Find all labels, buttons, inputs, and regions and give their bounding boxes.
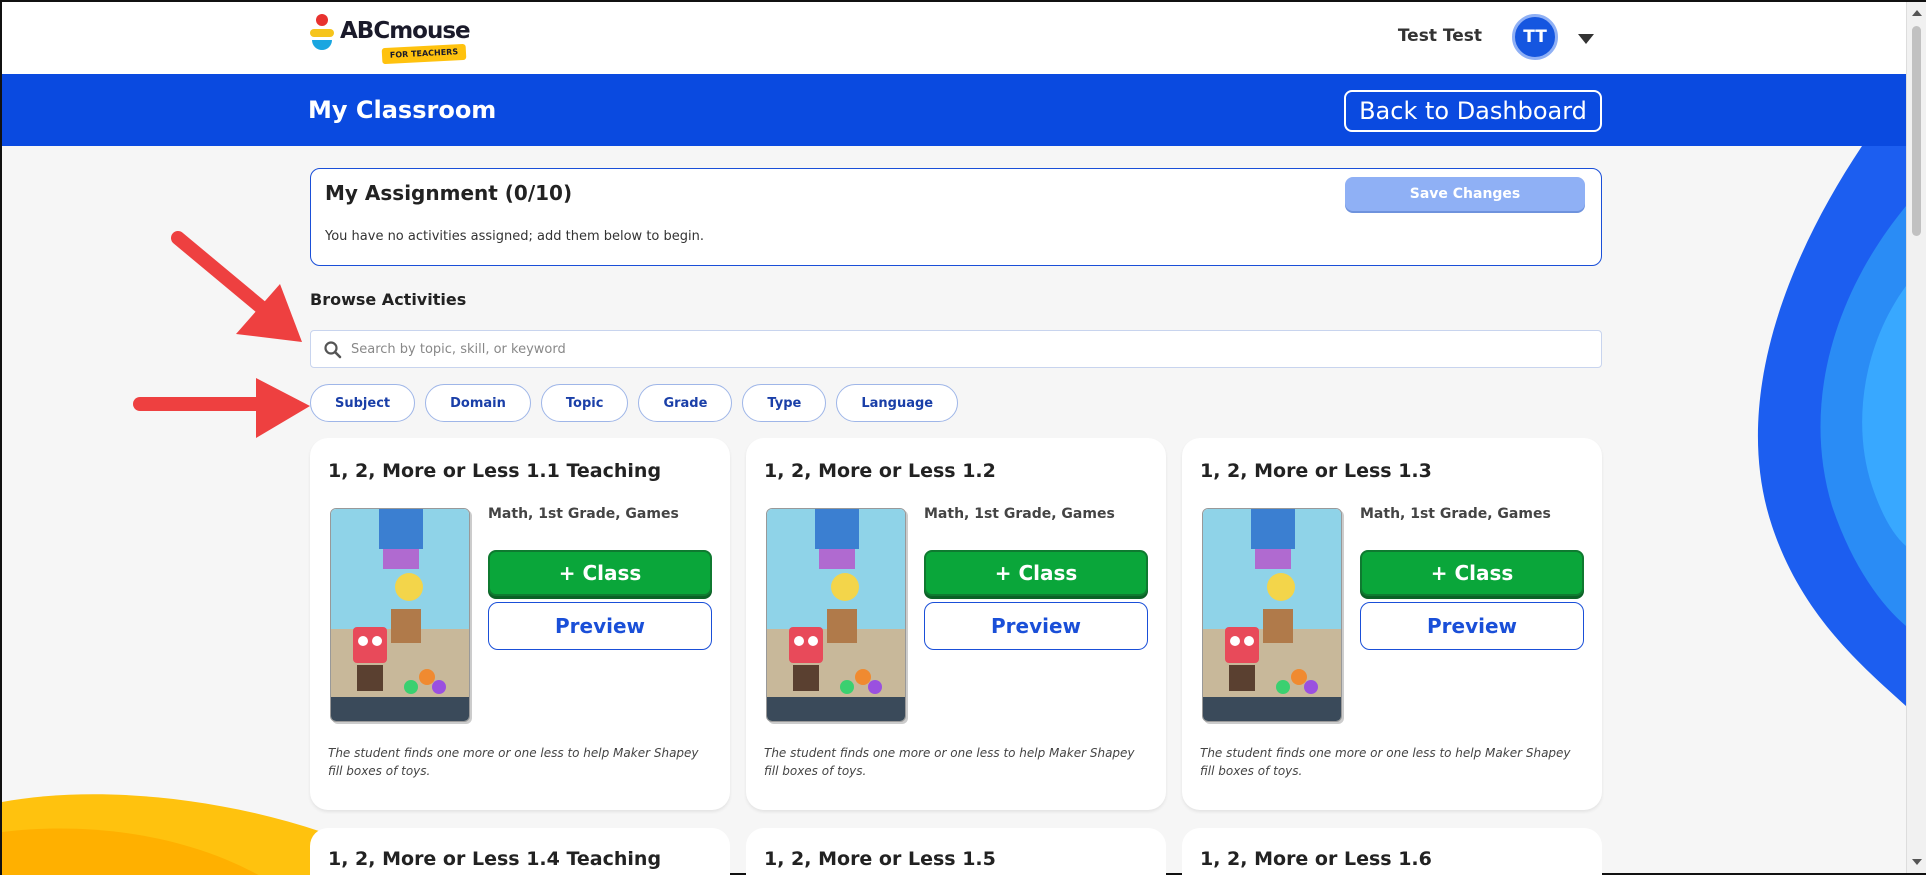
search-input[interactable]	[351, 335, 1591, 363]
filter-grade[interactable]: Grade	[638, 384, 733, 422]
filter-bar: Subject Domain Topic Grade Type Language	[310, 384, 959, 422]
activity-title[interactable]: 1, 2, More or Less 1.5	[764, 848, 996, 870]
search-bar[interactable]	[310, 330, 1602, 368]
filter-type[interactable]: Type	[742, 384, 827, 422]
scroll-thumb[interactable]	[1912, 26, 1921, 236]
activity-title[interactable]: 1, 2, More or Less 1.6	[1200, 848, 1432, 870]
assignment-empty-message: You have no activities assigned; add the…	[325, 229, 704, 244]
activity-title[interactable]: 1, 2, More or Less 1.3	[1200, 460, 1432, 482]
save-changes-button[interactable]: Save Changes	[1345, 177, 1585, 211]
add-to-class-button[interactable]: + Class	[488, 550, 712, 596]
add-to-class-button[interactable]: + Class	[1360, 550, 1584, 596]
activity-thumbnail-image	[767, 509, 905, 721]
background-wave-decoration	[1757, 146, 1906, 706]
activity-title[interactable]: 1, 2, More or Less 1.4 Teaching	[328, 848, 661, 870]
logo-mark-icon	[310, 14, 334, 50]
assignment-title: My Assignment (0/10)	[325, 181, 573, 205]
preview-button[interactable]: Preview	[1360, 602, 1584, 650]
scroll-up-icon[interactable]	[1912, 10, 1922, 16]
avatar[interactable]: TT	[1512, 14, 1558, 60]
activity-thumbnail[interactable]	[1202, 508, 1342, 722]
add-to-class-button[interactable]: + Class	[924, 550, 1148, 596]
activity-description: The student finds one more or one less t…	[1200, 746, 1571, 778]
preview-button[interactable]: Preview	[924, 602, 1148, 650]
activity-card: 1, 2, More or Less 1.1 Teaching Math, 1s…	[310, 438, 730, 810]
annotation-arrow-icon	[171, 231, 302, 342]
page-title: My Classroom	[308, 96, 497, 124]
activity-card: 1, 2, More or Less 1.6	[1182, 828, 1602, 875]
scroll-down-icon[interactable]	[1912, 859, 1922, 865]
browse-activities-heading: Browse Activities	[310, 290, 467, 309]
activity-title[interactable]: 1, 2, More or Less 1.2	[764, 460, 996, 482]
page-banner: My Classroom Back to Dashboard	[2, 74, 1906, 146]
user-name[interactable]: Test Test	[1398, 26, 1482, 46]
background-blob-decoration	[2, 794, 322, 875]
activity-thumbnail[interactable]	[330, 508, 470, 722]
filter-domain[interactable]: Domain	[425, 384, 531, 422]
activity-thumbnail-image	[331, 509, 469, 721]
activity-meta: Math, 1st Grade, Games	[924, 506, 1115, 522]
top-header: ABCmouse FOR TEACHERS Test Test TT	[2, 2, 1906, 74]
vertical-scrollbar[interactable]	[1906, 2, 1926, 873]
search-icon	[324, 341, 342, 359]
annotation-arrow-icon	[133, 378, 310, 438]
logo-tagline: FOR TEACHERS	[381, 43, 467, 65]
filter-subject[interactable]: Subject	[310, 384, 416, 422]
activity-card: 1, 2, More or Less 1.4 Teaching	[310, 828, 730, 875]
preview-button[interactable]: Preview	[488, 602, 712, 650]
activity-description: The student finds one more or one less t…	[328, 746, 699, 778]
filter-language[interactable]: Language	[836, 384, 959, 422]
filter-topic[interactable]: Topic	[540, 384, 629, 422]
activity-card: 1, 2, More or Less 1.3 Math, 1st Grade, …	[1182, 438, 1602, 810]
activity-meta: Math, 1st Grade, Games	[488, 506, 679, 522]
logo-text: ABCmouse	[340, 18, 471, 44]
back-to-dashboard-button[interactable]: Back to Dashboard	[1344, 90, 1602, 132]
abcmouse-logo[interactable]: ABCmouse FOR TEACHERS	[308, 12, 471, 68]
activity-description: The student finds one more or one less t…	[764, 746, 1135, 778]
activity-card: 1, 2, More or Less 1.2 Math, 1st Grade, …	[746, 438, 1166, 810]
chevron-down-icon[interactable]	[1578, 34, 1594, 44]
activity-meta: Math, 1st Grade, Games	[1360, 506, 1551, 522]
activity-title[interactable]: 1, 2, More or Less 1.1 Teaching	[328, 460, 661, 482]
my-assignment-panel: My Assignment (0/10) You have no activit…	[310, 168, 1602, 266]
activity-thumbnail-image	[1203, 509, 1341, 721]
activity-thumbnail[interactable]	[766, 508, 906, 722]
activity-card: 1, 2, More or Less 1.5	[746, 828, 1166, 875]
